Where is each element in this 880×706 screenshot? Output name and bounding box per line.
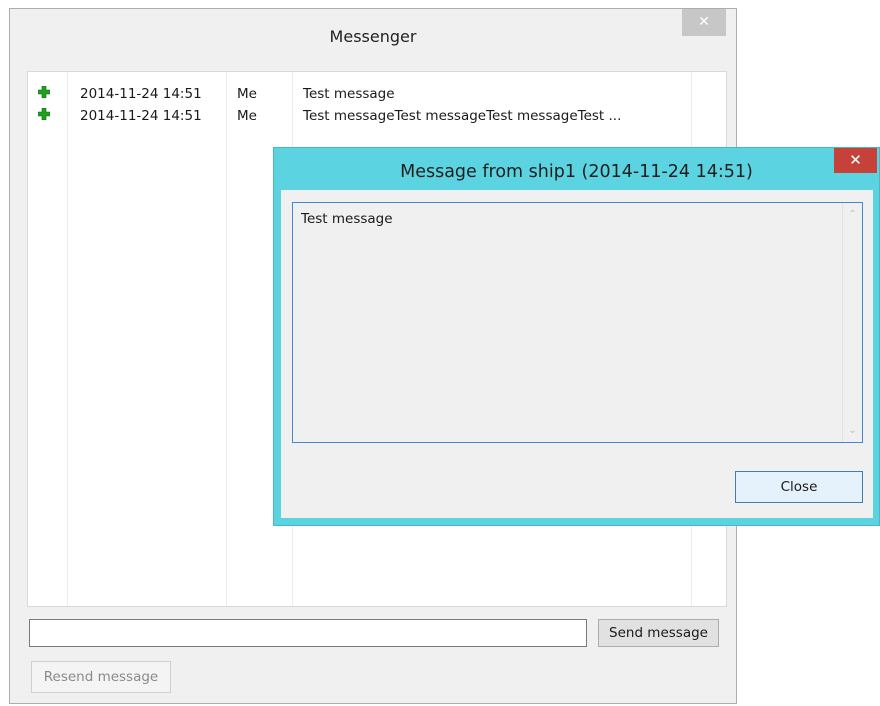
dialog-close-icon[interactable]: ✕ — [834, 148, 877, 173]
dialog-body: Test message ⌃ ⌄ Close — [281, 190, 873, 518]
dialog-title: Message from ship1 (2014-11-24 14:51) — [400, 162, 753, 182]
scroll-down-icon[interactable]: ⌄ — [843, 425, 862, 436]
message-date: 2014-11-24 14:51 — [80, 108, 202, 124]
message-sender: Me — [237, 86, 257, 102]
green-plus-icon — [38, 86, 50, 98]
message-sender: Me — [237, 108, 257, 124]
list-item[interactable]: 2014-11-24 14:51 Me Test message — [28, 82, 726, 104]
dialog-message-text: Test message — [301, 211, 393, 227]
close-button[interactable]: Close — [735, 471, 863, 503]
message-input[interactable] — [29, 619, 587, 647]
messenger-title: Messenger — [329, 27, 417, 46]
message-text: Test messageTest messageTest messageTest… — [303, 108, 622, 124]
resend-message-button[interactable]: Resend message — [31, 661, 171, 693]
message-date: 2014-11-24 14:51 — [80, 86, 202, 102]
column-divider — [67, 72, 68, 606]
vertical-scrollbar[interactable]: ⌃ ⌄ — [842, 203, 862, 442]
send-message-button[interactable]: Send message — [598, 619, 719, 647]
message-dialog: Message from ship1 (2014-11-24 14:51) ✕ … — [273, 147, 880, 526]
message-textarea[interactable]: Test message ⌃ ⌄ — [292, 202, 863, 443]
column-divider — [226, 72, 227, 606]
messenger-close-button[interactable]: ✕ — [682, 9, 726, 36]
message-text: Test message — [303, 86, 395, 102]
scroll-up-icon[interactable]: ⌃ — [843, 209, 862, 220]
messenger-titlebar[interactable]: Messenger ✕ — [10, 9, 736, 59]
list-item[interactable]: 2014-11-24 14:51 Me Test messageTest mes… — [28, 104, 726, 126]
green-plus-icon — [38, 108, 50, 120]
